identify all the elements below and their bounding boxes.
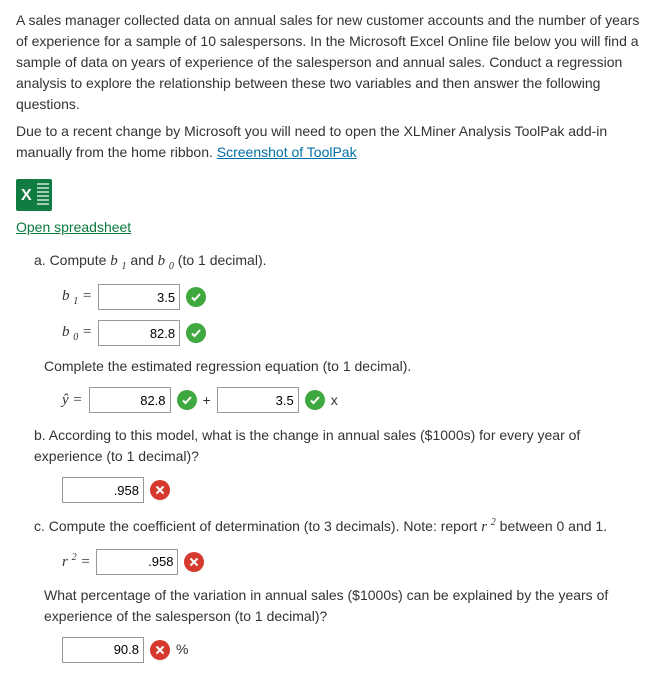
part-a-prompt: a. Compute b 1 and b 0 (to 1 decimal).	[34, 250, 648, 274]
label-r2: r 2 =	[62, 550, 90, 574]
var-r2: r 2	[481, 519, 496, 535]
check-icon	[186, 323, 206, 343]
cross-icon	[184, 552, 204, 572]
toolpak-paragraph: Due to a recent change by Microsoft you …	[16, 121, 648, 163]
input-r2[interactable]	[96, 549, 178, 575]
text: a. Compute	[34, 252, 110, 268]
cross-icon	[150, 480, 170, 500]
text: between 0 and 1.	[496, 518, 607, 534]
cross-icon	[150, 640, 170, 660]
input-eq-b1[interactable]	[217, 387, 299, 413]
check-icon	[186, 287, 206, 307]
label-b0: b 0 =	[62, 321, 92, 345]
intro-paragraph: A sales manager collected data on annual…	[16, 10, 648, 115]
part-b-prompt: b. According to this model, what is the …	[34, 425, 648, 467]
var-b1: b 1	[110, 253, 126, 269]
input-b0[interactable]	[98, 320, 180, 346]
check-icon	[177, 390, 197, 410]
percent-sign: %	[176, 639, 188, 660]
input-eq-b0[interactable]	[89, 387, 171, 413]
label-yhat: ŷ =	[62, 389, 83, 412]
text: and	[127, 252, 158, 268]
part-c-prompt: c. Compute the coefficient of determinat…	[34, 515, 648, 539]
excel-icon[interactable]	[16, 179, 52, 211]
input-b1[interactable]	[98, 284, 180, 310]
input-pct[interactable]	[62, 637, 144, 663]
text: (to 1 decimal).	[174, 252, 267, 268]
eq-prompt: Complete the estimated regression equati…	[44, 356, 648, 377]
part-c-q2: What percentage of the variation in annu…	[44, 585, 648, 627]
text: c. Compute the coefficient of determinat…	[34, 518, 481, 534]
label-b1: b 1 =	[62, 285, 92, 309]
open-spreadsheet-link[interactable]: Open spreadsheet	[16, 219, 131, 235]
var-b0: b 0	[158, 253, 174, 269]
check-icon	[305, 390, 325, 410]
input-b-answer[interactable]	[62, 477, 144, 503]
plus-sign: +	[203, 390, 211, 411]
x-var: x	[331, 390, 338, 411]
screenshot-link[interactable]: Screenshot of ToolPak	[217, 144, 357, 160]
